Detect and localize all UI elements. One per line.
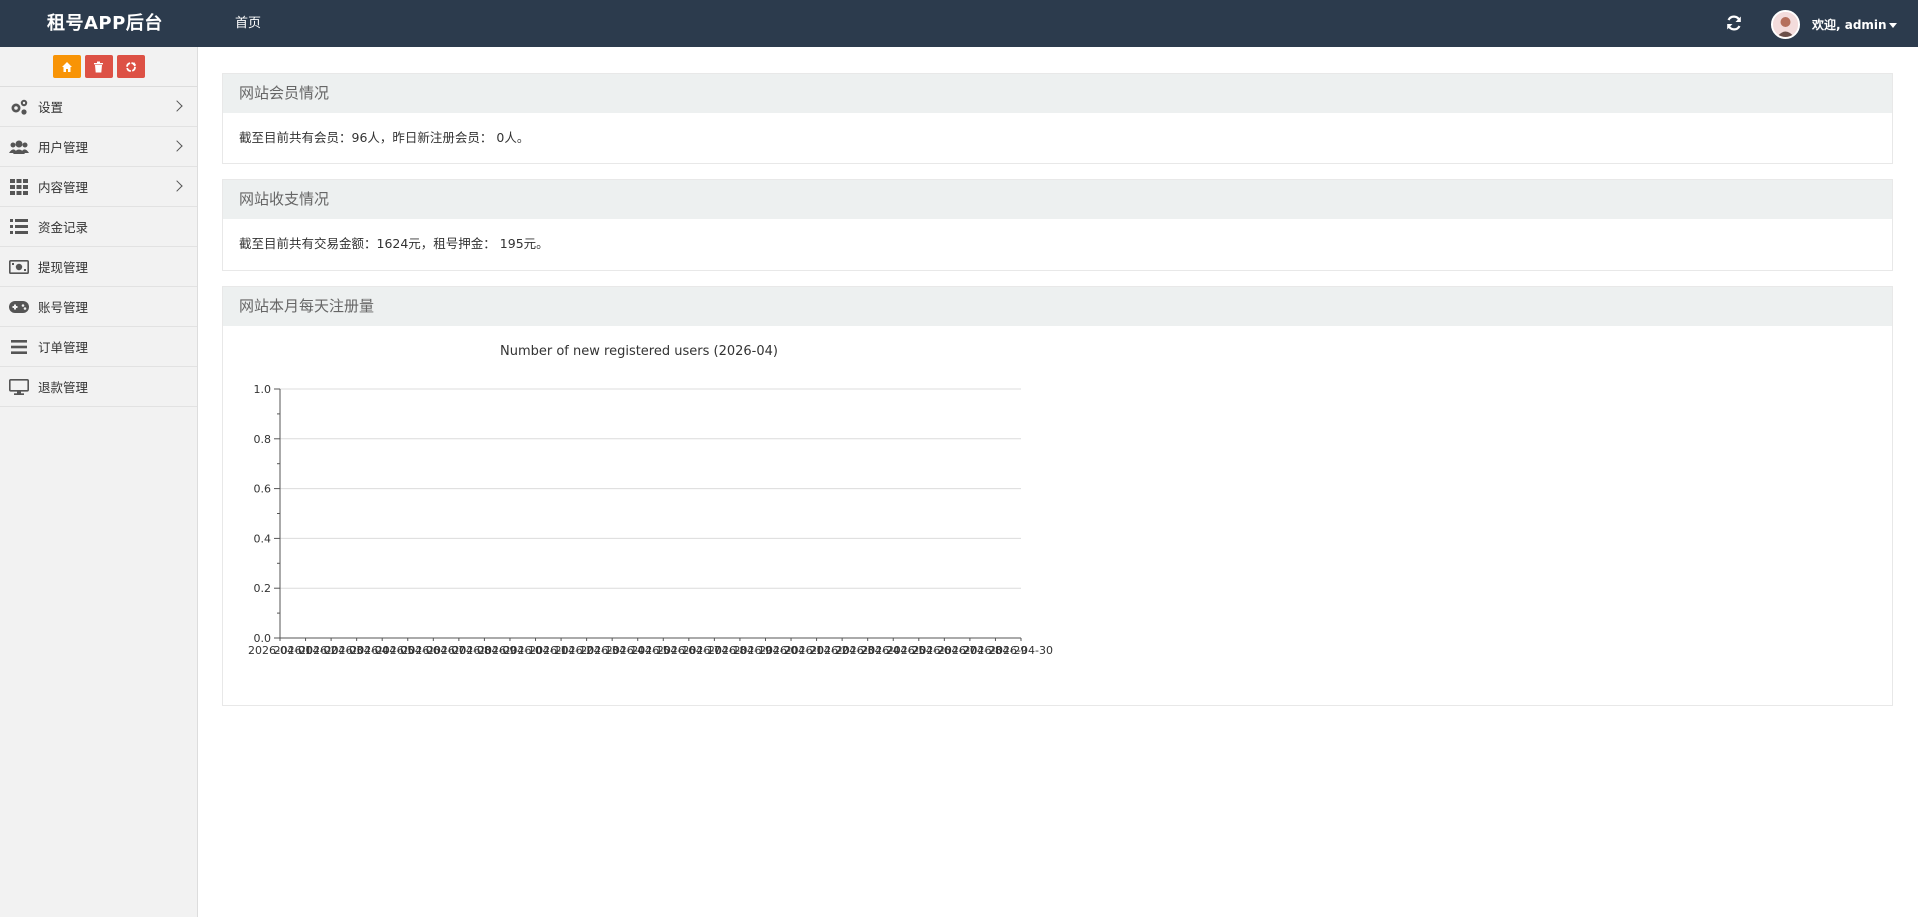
home-shortcut-button[interactable] xyxy=(52,55,81,78)
sidebar-item-label: 订单管理 xyxy=(38,340,89,355)
grid-icon xyxy=(9,178,29,196)
sidebar-item-refunds[interactable]: 退款管理 xyxy=(0,367,197,407)
sidebar-item-label: 设置 xyxy=(38,100,64,115)
home-icon xyxy=(61,61,72,72)
members-panel-title: 网站会员情况 xyxy=(223,74,1892,113)
desktop-icon xyxy=(9,378,29,396)
sidebar-item-accounts[interactable]: 账号管理 xyxy=(0,287,197,327)
nav-home-link[interactable]: 首页 xyxy=(235,0,261,47)
members-summary: 截至目前共有会员：96人，昨日新注册会员： 0人。 xyxy=(239,130,530,145)
y-tick-label: 0.8 xyxy=(254,433,272,446)
app-brand[interactable]: 租号APP后台 xyxy=(47,0,163,47)
registrations-chart-area: Number of new registered users (2026-04)… xyxy=(223,326,1892,705)
x-tick-label: 2026-04-30 xyxy=(989,644,1053,657)
clear-cache-button[interactable] xyxy=(84,55,113,78)
sidebar: 设置 用户管理 内容管理 资金记录 提现管理 账号管理 订单管理 退款管理 xyxy=(0,47,198,917)
money-icon xyxy=(9,258,29,276)
sidebar-item-settings[interactable]: 设置 xyxy=(0,87,197,127)
registrations-chart: Number of new registered users (2026-04)… xyxy=(248,344,1053,657)
chart-title: Number of new registered users (2026-04) xyxy=(500,344,778,359)
registrations-panel-title: 网站本月每天注册量 xyxy=(223,287,1892,326)
sidebar-item-content[interactable]: 内容管理 xyxy=(0,167,197,207)
sidebar-item-label: 用户管理 xyxy=(38,140,89,155)
gamepad-icon xyxy=(9,298,29,316)
y-tick-label: 0.2 xyxy=(254,582,272,595)
y-tick-label: 0.6 xyxy=(254,483,272,496)
caret-down-icon xyxy=(1888,23,1897,28)
y-tick-label: 1.0 xyxy=(254,383,272,396)
user-avatar[interactable] xyxy=(1771,10,1800,39)
welcome-text: 欢迎, admin xyxy=(1812,18,1887,32)
sidebar-item-label: 账号管理 xyxy=(38,300,89,315)
chevron-right-icon xyxy=(171,180,183,192)
recycle-button[interactable] xyxy=(116,55,145,78)
user-menu-toggle[interactable]: 欢迎, admin xyxy=(1812,0,1897,47)
finance-summary: 截至目前共有交易金额：1624元，租号押金： 195元。 xyxy=(239,236,549,251)
chevron-right-icon xyxy=(171,100,183,112)
members-panel: 网站会员情况 截至目前共有会员：96人，昨日新注册会员： 0人。 xyxy=(222,73,1893,164)
trash-icon xyxy=(94,61,103,72)
refresh-icon[interactable] xyxy=(1724,13,1744,33)
sidebar-item-label: 内容管理 xyxy=(38,180,89,195)
registrations-panel: 网站本月每天注册量 Number of new registered users… xyxy=(222,286,1893,706)
recycle-icon xyxy=(125,61,136,72)
sidebar-shortcuts xyxy=(0,47,197,87)
sidebar-item-label: 退款管理 xyxy=(38,380,89,395)
sidebar-item-users[interactable]: 用户管理 xyxy=(0,127,197,167)
chevron-right-icon xyxy=(171,140,183,152)
list-icon xyxy=(9,218,29,236)
sidebar-item-withdrawals[interactable]: 提现管理 xyxy=(0,247,197,287)
sidebar-item-orders[interactable]: 订单管理 xyxy=(0,327,197,367)
sidebar-item-label: 资金记录 xyxy=(38,220,89,235)
sidebar-item-funds[interactable]: 资金记录 xyxy=(0,207,197,247)
top-navbar: 租号APP后台 首页 欢迎, admin xyxy=(0,0,1918,47)
users-icon xyxy=(9,138,29,156)
finance-panel-title: 网站收支情况 xyxy=(223,180,1892,219)
sidebar-item-label: 提现管理 xyxy=(38,260,89,275)
gears-icon xyxy=(9,98,29,116)
bars-icon xyxy=(9,338,29,356)
finance-panel: 网站收支情况 截至目前共有交易金额：1624元，租号押金： 195元。 xyxy=(222,179,1893,271)
y-tick-label: 0.4 xyxy=(254,532,272,545)
